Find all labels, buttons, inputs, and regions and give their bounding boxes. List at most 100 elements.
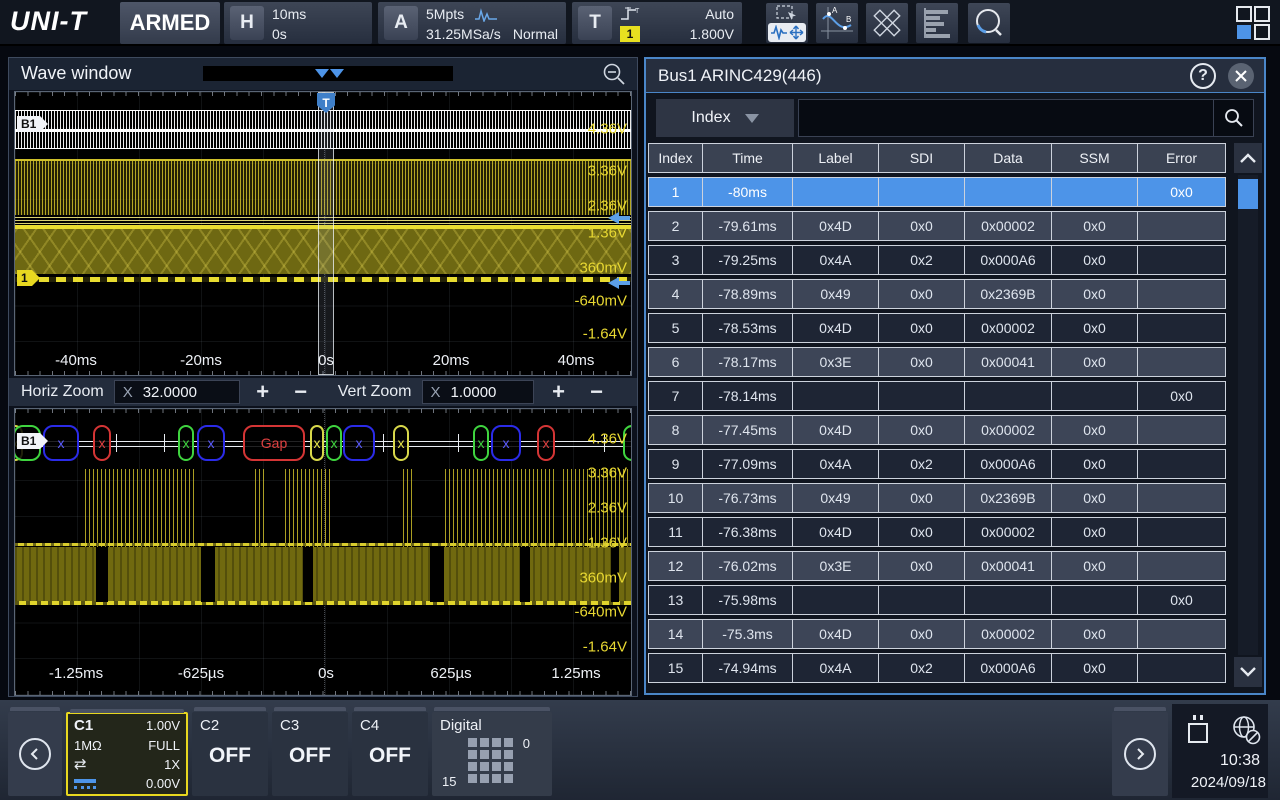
zoomed-waveform-plot[interactable]: xxxxxGapxxxxxxx B1 4.36V3.36V2.3 — [14, 408, 632, 696]
signal-burst — [85, 469, 197, 547]
channel1-bandwidth: FULL — [148, 738, 180, 753]
table-row[interactable]: 9 -77.09ms 0x4A 0x2 0x000A6 0x0 — [648, 449, 1226, 479]
search-column-dropdown[interactable]: Index — [656, 99, 794, 137]
search-input[interactable] — [798, 99, 1214, 137]
cell-error: 0x0 — [1138, 178, 1225, 206]
table-header-cell[interactable]: Error — [1138, 144, 1225, 172]
uni-t-logo: UNI-T — [10, 6, 87, 37]
acquire-settings-block[interactable]: A 5Mpts 31.25MSa/s Normal — [378, 2, 566, 44]
trigger-settings-block[interactable]: T T 1 Auto 1.800V — [572, 2, 742, 44]
histogram-tool[interactable] — [916, 3, 958, 43]
help-icon[interactable]: ? — [1190, 63, 1216, 89]
digital-channels-card[interactable]: Digital 0 15 — [432, 712, 552, 796]
bus-decode-token: x — [491, 425, 521, 461]
wave-window-scrollbar[interactable] — [203, 66, 453, 81]
overview-waveform-plot[interactable]: B1 1 T 4.36V3.36V2.36V1.36V360mV-640mV-1… — [14, 91, 632, 376]
channel1-card[interactable]: C1 1.00V 1MΩ FULL ⇄ 1X 0.00V — [66, 712, 188, 796]
scrollbar-thumb[interactable] — [1238, 179, 1258, 209]
bus-decode-token: x — [197, 425, 225, 461]
ab-curve-tool[interactable]: AB — [816, 3, 858, 43]
cell-ssm — [1052, 382, 1138, 410]
trigger-menu-button[interactable]: T — [578, 6, 612, 40]
scroll-position-markers[interactable] — [315, 69, 344, 78]
table-header-cell[interactable]: SSM — [1052, 144, 1138, 172]
table-row[interactable]: 7 -78.14ms 0x0 — [648, 381, 1226, 411]
panel-title: Bus1 ARINC429(446) — [658, 66, 821, 86]
vert-zoom-decrease-button[interactable]: − — [582, 379, 612, 405]
trigger-edge-icon: T — [618, 5, 644, 23]
vert-zoom-input[interactable]: X 1.0000 — [422, 380, 534, 404]
table-row[interactable]: 5 -78.53ms 0x4D 0x0 0x00002 0x0 — [648, 313, 1226, 343]
channel2-card[interactable]: C2 OFF — [192, 712, 268, 796]
envelope-gap — [303, 547, 313, 602]
scroll-channels-left-button[interactable] — [8, 712, 62, 796]
channel3-name: C3 — [280, 717, 299, 734]
table-row[interactable]: 6 -78.17ms 0x3E 0x0 0x00041 0x0 — [648, 347, 1226, 377]
table-row[interactable]: 3 -79.25ms 0x4A 0x2 0x000A6 0x0 — [648, 245, 1226, 275]
cell-time: -76.38ms — [703, 518, 793, 546]
cell-data: 0x00002 — [965, 518, 1052, 546]
vert-zoom-increase-button[interactable]: + — [544, 379, 574, 405]
table-row[interactable]: 11 -76.38ms 0x4D 0x0 0x00002 0x0 — [648, 517, 1226, 547]
table-row[interactable]: 15 -74.94ms 0x4A 0x2 0x000A6 0x0 — [648, 653, 1226, 683]
ground-level-arrow-icon[interactable] — [608, 277, 630, 289]
bus-decode-panel: Bus1 ARINC429(446) ? Index IndexTimeLabe… — [644, 57, 1266, 695]
horizontal-settings-block[interactable]: H 10ms 0s — [224, 2, 372, 44]
table-row[interactable]: 13 -75.98ms 0x0 — [648, 585, 1226, 615]
bus1-tag[interactable]: B1 — [17, 116, 40, 132]
table-row[interactable]: 14 -75.3ms 0x4D 0x0 0x00002 0x0 — [648, 619, 1226, 649]
label-indicator-icon — [74, 779, 96, 789]
search-loop-tool[interactable] — [968, 3, 1010, 43]
table-header-cell[interactable]: Label — [793, 144, 879, 172]
search-button[interactable] — [1214, 99, 1254, 137]
voltage-scale-label: 1.36V — [588, 225, 627, 242]
scrollbar-track[interactable] — [1238, 175, 1258, 655]
time-scale-label: 20ms — [433, 352, 470, 369]
cell-time: -74.94ms — [703, 654, 793, 682]
horiz-zoom-input[interactable]: X 32.0000 — [114, 380, 240, 404]
channel1-tag[interactable]: 1 — [17, 270, 32, 286]
time-scale-label: 0s — [318, 352, 334, 369]
horizontal-menu-button[interactable]: H — [230, 6, 264, 40]
table-body: 1 -80ms 0x0 2 -79.61ms 0x4D 0x0 0x00002 … — [648, 177, 1226, 683]
table-row[interactable]: 8 -77.45ms 0x4D 0x0 0x00002 0x0 — [648, 415, 1226, 445]
channel4-card[interactable]: C4 OFF — [352, 712, 428, 796]
channel3-card[interactable]: C3 OFF — [272, 712, 348, 796]
vert-zoom-value: 1.0000 — [451, 384, 497, 401]
cell-label: 0x4D — [793, 518, 879, 546]
scroll-channels-right-button[interactable] — [1112, 712, 1168, 796]
network-disconnected-icon — [1230, 714, 1262, 746]
bus-decode-token: x — [93, 425, 111, 461]
close-icon[interactable] — [1228, 63, 1254, 89]
digital-label: Digital — [440, 717, 482, 734]
voltage-scale-label: -1.64V — [583, 326, 627, 343]
token-label: x — [58, 435, 65, 451]
table-header-cell[interactable]: SDI — [879, 144, 965, 172]
voltage-scale-label: -640mV — [574, 604, 627, 621]
table-row[interactable]: 4 -78.89ms 0x49 0x0 0x2369B 0x0 — [648, 279, 1226, 309]
horiz-zoom-decrease-button[interactable]: − — [286, 379, 316, 405]
acquire-menu-button[interactable]: A — [384, 6, 418, 40]
table-row[interactable]: 1 -80ms 0x0 — [648, 177, 1226, 207]
table-row[interactable]: 12 -76.02ms 0x3E 0x0 0x00041 0x0 — [648, 551, 1226, 581]
table-row[interactable]: 10 -76.73ms 0x49 0x0 0x2369B 0x0 — [648, 483, 1226, 513]
measure-tool[interactable] — [866, 3, 908, 43]
table-header-cell[interactable]: Time — [703, 144, 793, 172]
table-header-cell[interactable]: Index — [649, 144, 703, 172]
select-region-icon[interactable] — [775, 4, 799, 21]
scroll-up-button[interactable] — [1234, 143, 1262, 173]
window-layout-button[interactable] — [1232, 3, 1274, 43]
horiz-zoom-increase-button[interactable]: + — [248, 379, 278, 405]
scroll-down-button[interactable] — [1234, 657, 1262, 687]
cell-sdi: 0x0 — [879, 416, 965, 444]
zoom-window-selection[interactable] — [318, 92, 334, 375]
waveform-pan-tool-active[interactable] — [768, 23, 806, 42]
bus-frame-tick — [383, 434, 384, 452]
cell-time: -79.61ms — [703, 212, 793, 240]
cell-time: -77.09ms — [703, 450, 793, 478]
zoom-out-icon[interactable] — [601, 61, 627, 87]
table-row[interactable]: 2 -79.61ms 0x4D 0x0 0x00002 0x0 — [648, 211, 1226, 241]
cell-index: 4 — [649, 280, 703, 308]
table-header-cell[interactable]: Data — [965, 144, 1052, 172]
bus1-tag[interactable]: B1 — [17, 433, 40, 449]
